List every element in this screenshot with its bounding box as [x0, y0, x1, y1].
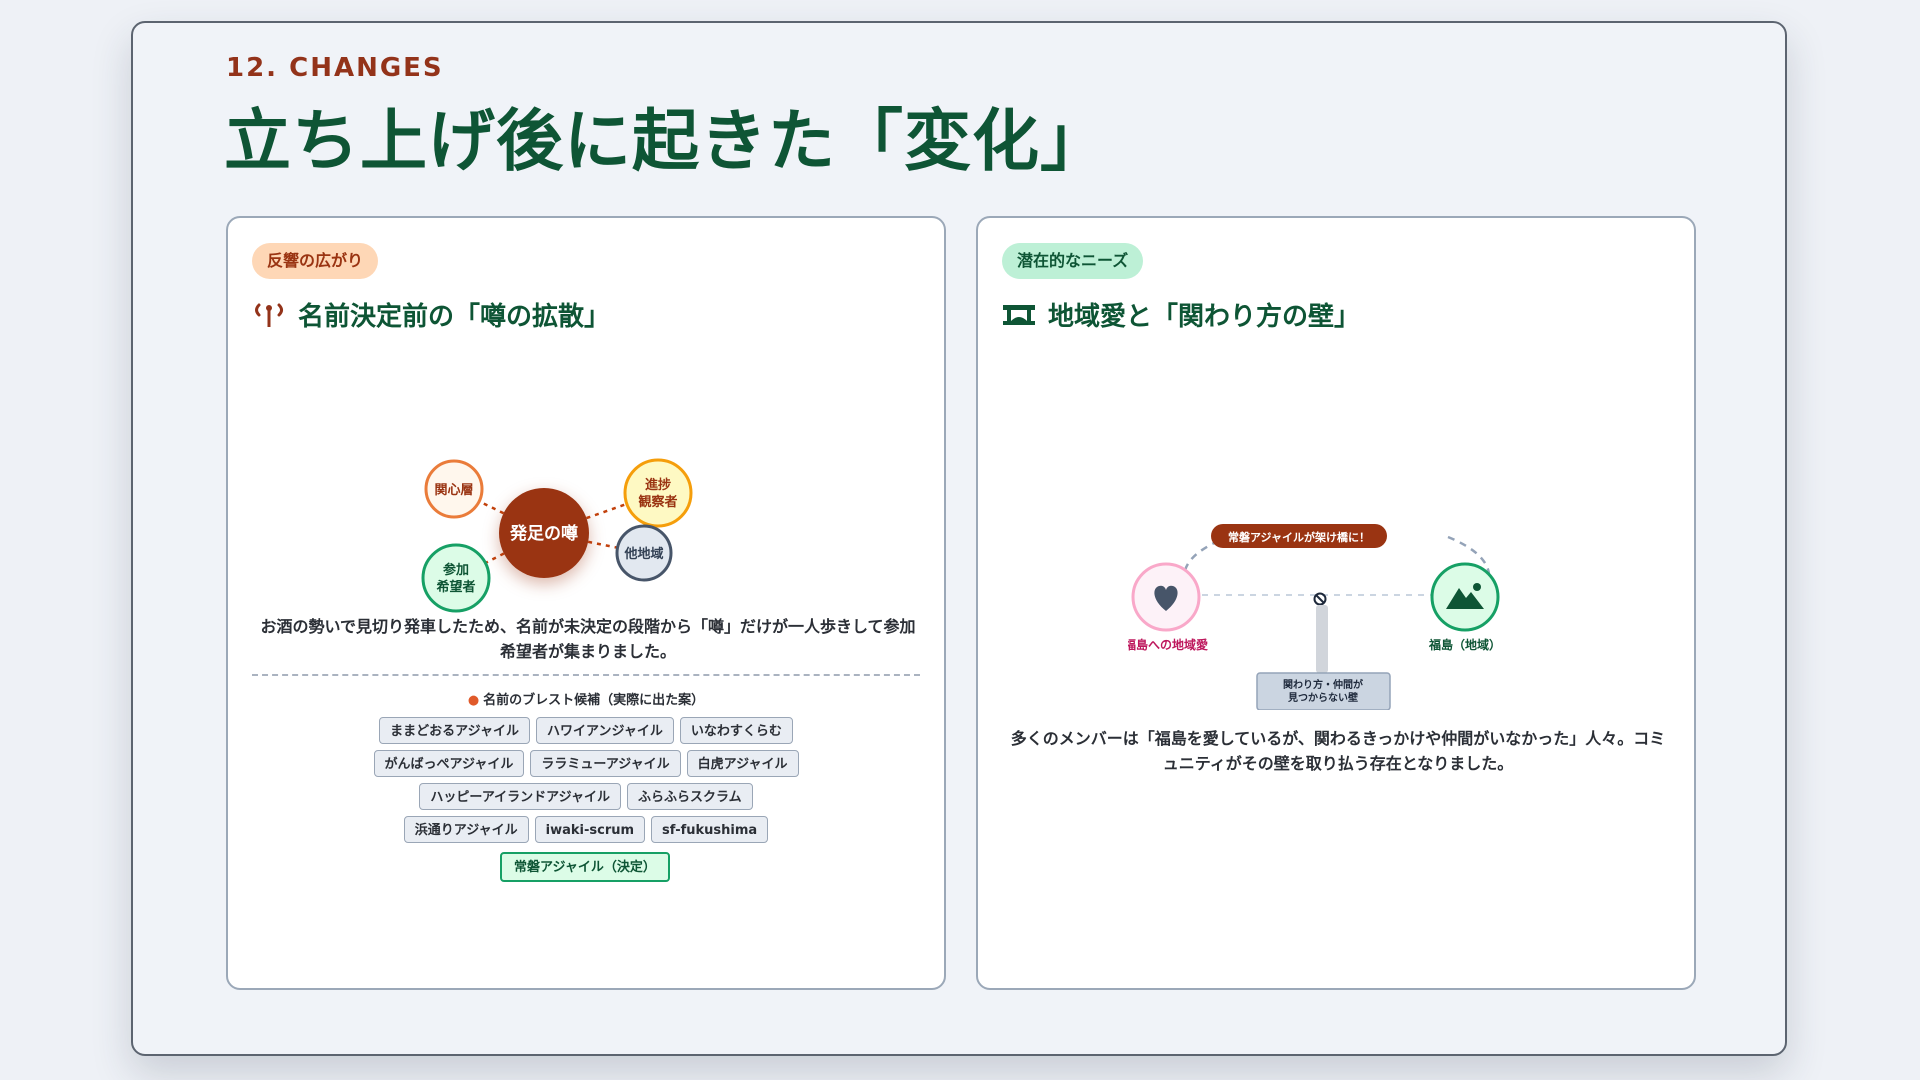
svg-text:見つからない壁: 見つからない壁: [1287, 691, 1358, 704]
bridge-icon: [1002, 301, 1036, 329]
page-title: 立ち上げ後に起きた「変化」: [224, 102, 1108, 180]
svg-text:他地域: 他地域: [623, 546, 663, 562]
final-name-tag: 常磐アジャイル（決定）: [500, 852, 670, 882]
svg-text:発足の噂: 発足の噂: [509, 523, 578, 544]
rumor-card-title-text: 名前決定前の「噂の拡散」: [298, 302, 611, 332]
divider: [252, 674, 920, 676]
wall: 関わり方・仲間が 見つからない壁: [1256, 592, 1391, 710]
bridge-banner: 常磐アジャイルが架け橋に！: [1211, 524, 1387, 548]
svg-text:進捗: 進捗: [645, 477, 671, 493]
candidate-tag: ふらふらスクラム: [627, 783, 753, 810]
bridge-diagram: 常磐アジャイルが架け橋に！ 福島への地域愛 福島（地域） 関わり方・仲間が 見つ…: [1128, 524, 1501, 710]
broadcast-icon: [252, 300, 286, 330]
needs-badge: 潜在的なニーズ: [1002, 243, 1144, 279]
svg-text:関心層: 関心層: [434, 483, 473, 498]
svg-text:福島への地域愛: 福島への地域愛: [1128, 637, 1208, 652]
reaction-badge: 反響の広がり: [252, 243, 379, 279]
needs-card-title: 地域愛と「関わり方の壁」: [1002, 296, 1360, 333]
needs-card-title-text: 地域愛と「関わり方の壁」: [1048, 302, 1361, 332]
candidate-tag: ハッピーアイランドアジャイル: [419, 783, 622, 810]
svg-text:観察者: 観察者: [637, 494, 677, 510]
candidate-tag: 白虎アジャイル: [686, 750, 799, 777]
candidate-tag: いなわすくらむ: [679, 717, 793, 744]
needs-card: 潜在的なニーズ 地域愛と「関わり方の壁」 常磐アジャイルが架け橋に！ 福島への地…: [976, 216, 1696, 990]
candidate-tag: ままどおるアジャイル: [379, 717, 530, 744]
node-other-region: 他地域: [615, 524, 673, 582]
rumor-card: 反響の広がり 名前決定前の「噂の拡散」 関心層 進捗 観察者 参加 希望者 他地…: [226, 216, 946, 990]
svg-text:希望者: 希望者: [436, 579, 475, 595]
svg-text:福島（地域）: 福島（地域）: [1428, 637, 1501, 652]
candidate-tag: sf-fukushima: [651, 816, 769, 843]
candidates-label: ● 名前のブレスト候補（実際に出た案）: [467, 693, 705, 708]
candidate-tags: ままどおるアジャイル ハワイアンジャイル いなわすくらむ がんばっぺアジャイル …: [368, 717, 804, 843]
no-entry-icon: [1313, 592, 1327, 606]
section-eyebrow: 12. CHANGES: [226, 53, 444, 83]
rumor-card-title: 名前決定前の「噂の拡散」: [252, 296, 610, 333]
node-observer: 進捗 観察者: [623, 458, 693, 528]
svg-text:参加: 参加: [443, 562, 469, 578]
candidate-tag: 浜通りアジャイル: [403, 816, 529, 843]
region-node: 福島（地域）: [1428, 562, 1501, 652]
candidate-tag: がんばっぺアジャイル: [373, 750, 525, 777]
love-node: 福島への地域愛: [1128, 562, 1208, 652]
node-interested: 関心層: [424, 459, 484, 519]
candidate-tag: ララミューアジャイル: [530, 750, 681, 777]
node-rumor-center: 発足の噂: [499, 488, 589, 578]
svg-text:関わり方・仲間が: 関わり方・仲間が: [1283, 678, 1364, 691]
rumor-diagram: 関心層 進捗 観察者 参加 希望者 他地域 発足の噂: [421, 458, 693, 613]
candidate-tag: iwaki-scrum: [534, 816, 646, 843]
needs-description: 多くのメンバーは「福島を愛しているが、関わるきっかけや仲間がいなかった」人々。コ…: [1010, 729, 1666, 773]
candidate-tag: ハワイアンジャイル: [535, 717, 674, 744]
node-participant: 参加 希望者: [421, 543, 491, 613]
svg-text:常磐アジャイルが架け橋に！: 常磐アジャイルが架け橋に！: [1228, 530, 1370, 544]
pin-icon: ●: [467, 693, 480, 708]
rumor-description: お酒の勢いで見切り発車したため、名前が未決定の段階から「噂」だけが一人歩きして参…: [260, 617, 916, 661]
slide: 12. CHANGES 立ち上げ後に起きた「変化」 反響の広がり 名前決定前の「…: [131, 21, 1787, 1056]
